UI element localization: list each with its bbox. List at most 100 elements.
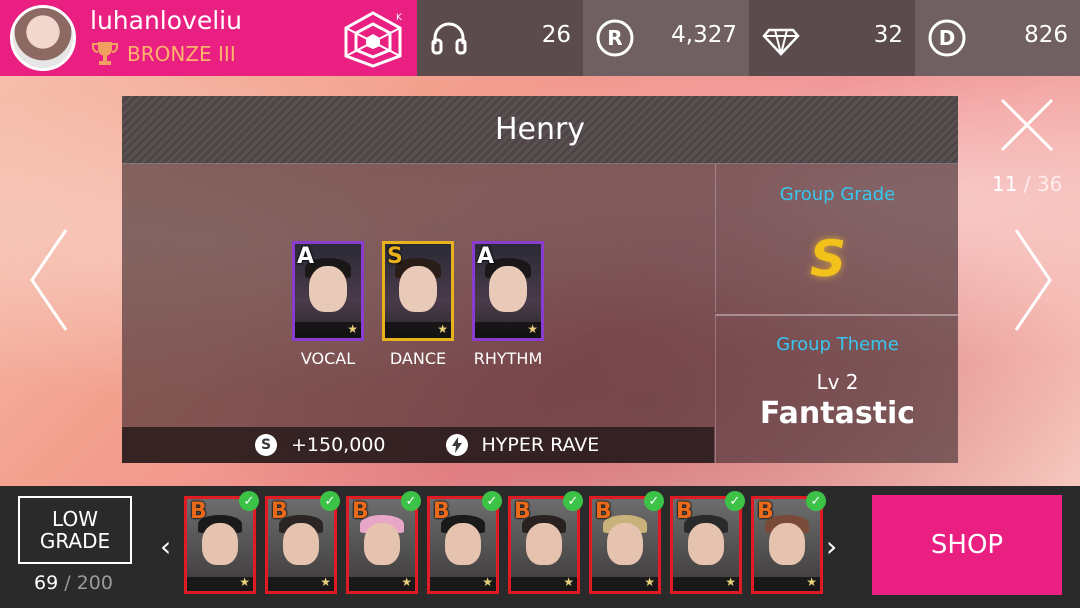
card-grade: B [514, 499, 531, 524]
check-icon: ✓ [806, 491, 826, 511]
inventory-card[interactable]: B ✓ ★ [346, 491, 421, 594]
check-icon: ✓ [725, 491, 745, 511]
card-face [769, 523, 805, 565]
check-icon: ✓ [644, 491, 664, 511]
card-face [309, 266, 347, 312]
page-current: 11 [992, 172, 1018, 196]
diamond-count: 32 [873, 22, 903, 48]
check-icon: ✓ [482, 491, 502, 511]
stat-headphones[interactable]: 26 [417, 0, 583, 76]
skill-name: HYPER RAVE [481, 434, 600, 456]
d-coin-icon: D [928, 19, 966, 57]
group-theme-section: Group Theme Lv 2 Fantastic [715, 314, 958, 463]
card-grade: S [387, 244, 403, 269]
star-icon: ★ [482, 575, 493, 589]
shop-button[interactable]: SHOP [872, 495, 1062, 595]
previous-arrow-icon[interactable] [26, 226, 70, 334]
group-theme-label: Group Theme [776, 334, 899, 355]
group-logo-icon: K [344, 11, 403, 68]
card-face [688, 523, 724, 565]
trophy-icon [92, 42, 118, 65]
check-icon: ✓ [401, 491, 421, 511]
close-icon[interactable] [998, 96, 1056, 154]
inventory-card[interactable]: B ✓ ★ [751, 491, 826, 594]
card-grade: B [433, 499, 450, 524]
stat-d-coin[interactable]: D 826 [915, 0, 1080, 76]
group-detail-panel: Henry A ★ VOCAL S ★ DANCE A ★ RHYTHM S +… [122, 96, 958, 463]
headphones-count: 26 [541, 22, 571, 48]
check-icon: ✓ [239, 491, 259, 511]
page-counter: 11 / 36 [992, 172, 1062, 196]
r-coin-icon: R [596, 19, 634, 57]
low-grade-button[interactable]: LOW GRADE [18, 496, 132, 564]
star-icon: ★ [239, 575, 250, 589]
member-card-vocal[interactable]: A ★ [292, 241, 364, 341]
check-icon: ✓ [320, 491, 340, 511]
profile-panel[interactable]: luhanloveliu BRONZE III K [0, 0, 417, 76]
card-face [489, 266, 527, 312]
rank-label: BRONZE III [127, 42, 236, 66]
star-icon: ★ [320, 575, 331, 589]
next-arrow-icon[interactable] [1012, 226, 1056, 334]
member-card-rhythm[interactable]: A ★ [472, 241, 544, 341]
bonus-bar: S +150,000 HYPER RAVE [122, 427, 714, 463]
username: luhanloveliu [90, 6, 242, 35]
theme-level: Lv 2 [816, 370, 859, 394]
star-icon: ★ [527, 322, 538, 336]
card-grade: B [676, 499, 693, 524]
group-title: Henry [122, 96, 958, 164]
card-face [202, 523, 238, 565]
card-face [399, 266, 437, 312]
lightning-icon [445, 434, 468, 456]
inventory-current: 69 [34, 572, 59, 594]
svg-text:D: D [939, 26, 956, 50]
theme-name: Fantastic [759, 396, 916, 431]
card-grade: B [190, 499, 207, 524]
stat-diamond[interactable]: 32 [749, 0, 915, 76]
logo-badge: K [396, 13, 403, 23]
inventory-card[interactable]: B ✓ ★ [265, 491, 340, 594]
currency-bar: 26 R 4,327 32 D 826 [417, 0, 1080, 76]
card-face [364, 523, 400, 565]
scroll-right-icon[interactable]: › [826, 530, 837, 563]
avatar[interactable] [10, 5, 76, 71]
low-grade-line1: LOW [52, 507, 98, 531]
inventory-card[interactable]: B ✓ ★ [589, 491, 664, 594]
group-grade-label: Group Grade [779, 184, 896, 205]
inventory-capacity: 200 [76, 572, 113, 594]
scroll-left-icon[interactable]: ‹ [160, 530, 171, 563]
member-card-dance[interactable]: S ★ [382, 241, 454, 341]
star-icon: ★ [347, 322, 358, 336]
page-separator: / [1017, 172, 1037, 196]
inventory-card[interactable]: B ✓ ★ [427, 491, 502, 594]
inventory-card[interactable]: B ✓ ★ [184, 491, 259, 594]
star-icon: ★ [437, 322, 448, 336]
s-coin-icon: S [255, 434, 277, 456]
group-grade-value: S [810, 230, 847, 288]
r-coin-count: 4,327 [671, 22, 737, 48]
star-icon: ★ [725, 575, 736, 589]
inventory-card[interactable]: B ✓ ★ [508, 491, 583, 594]
card-grade: B [757, 499, 774, 524]
star-icon: ★ [806, 575, 817, 589]
diamond-icon [762, 28, 800, 56]
card-face [526, 523, 562, 565]
stat-r-coin[interactable]: R 4,327 [583, 0, 749, 76]
star-icon: ★ [644, 575, 655, 589]
star-icon: ★ [401, 575, 412, 589]
role-label-vocal: VOCAL [300, 349, 356, 368]
card-grade: A [297, 244, 315, 269]
d-coin-count: 826 [1024, 22, 1068, 48]
card-grade: B [352, 499, 369, 524]
card-face [607, 523, 643, 565]
top-bar: luhanloveliu BRONZE III K 26 R 4,327 32 … [0, 0, 1080, 76]
headphones-icon [431, 22, 467, 55]
card-grade: A [477, 244, 495, 269]
inventory-count: 69 / 200 [34, 572, 113, 594]
card-face [283, 523, 319, 565]
inventory-card[interactable]: B ✓ ★ [670, 491, 745, 594]
check-icon: ✓ [563, 491, 583, 511]
role-label-rhythm: RHYTHM [473, 349, 543, 368]
card-face [445, 523, 481, 565]
bonus-score: +150,000 [291, 434, 386, 456]
